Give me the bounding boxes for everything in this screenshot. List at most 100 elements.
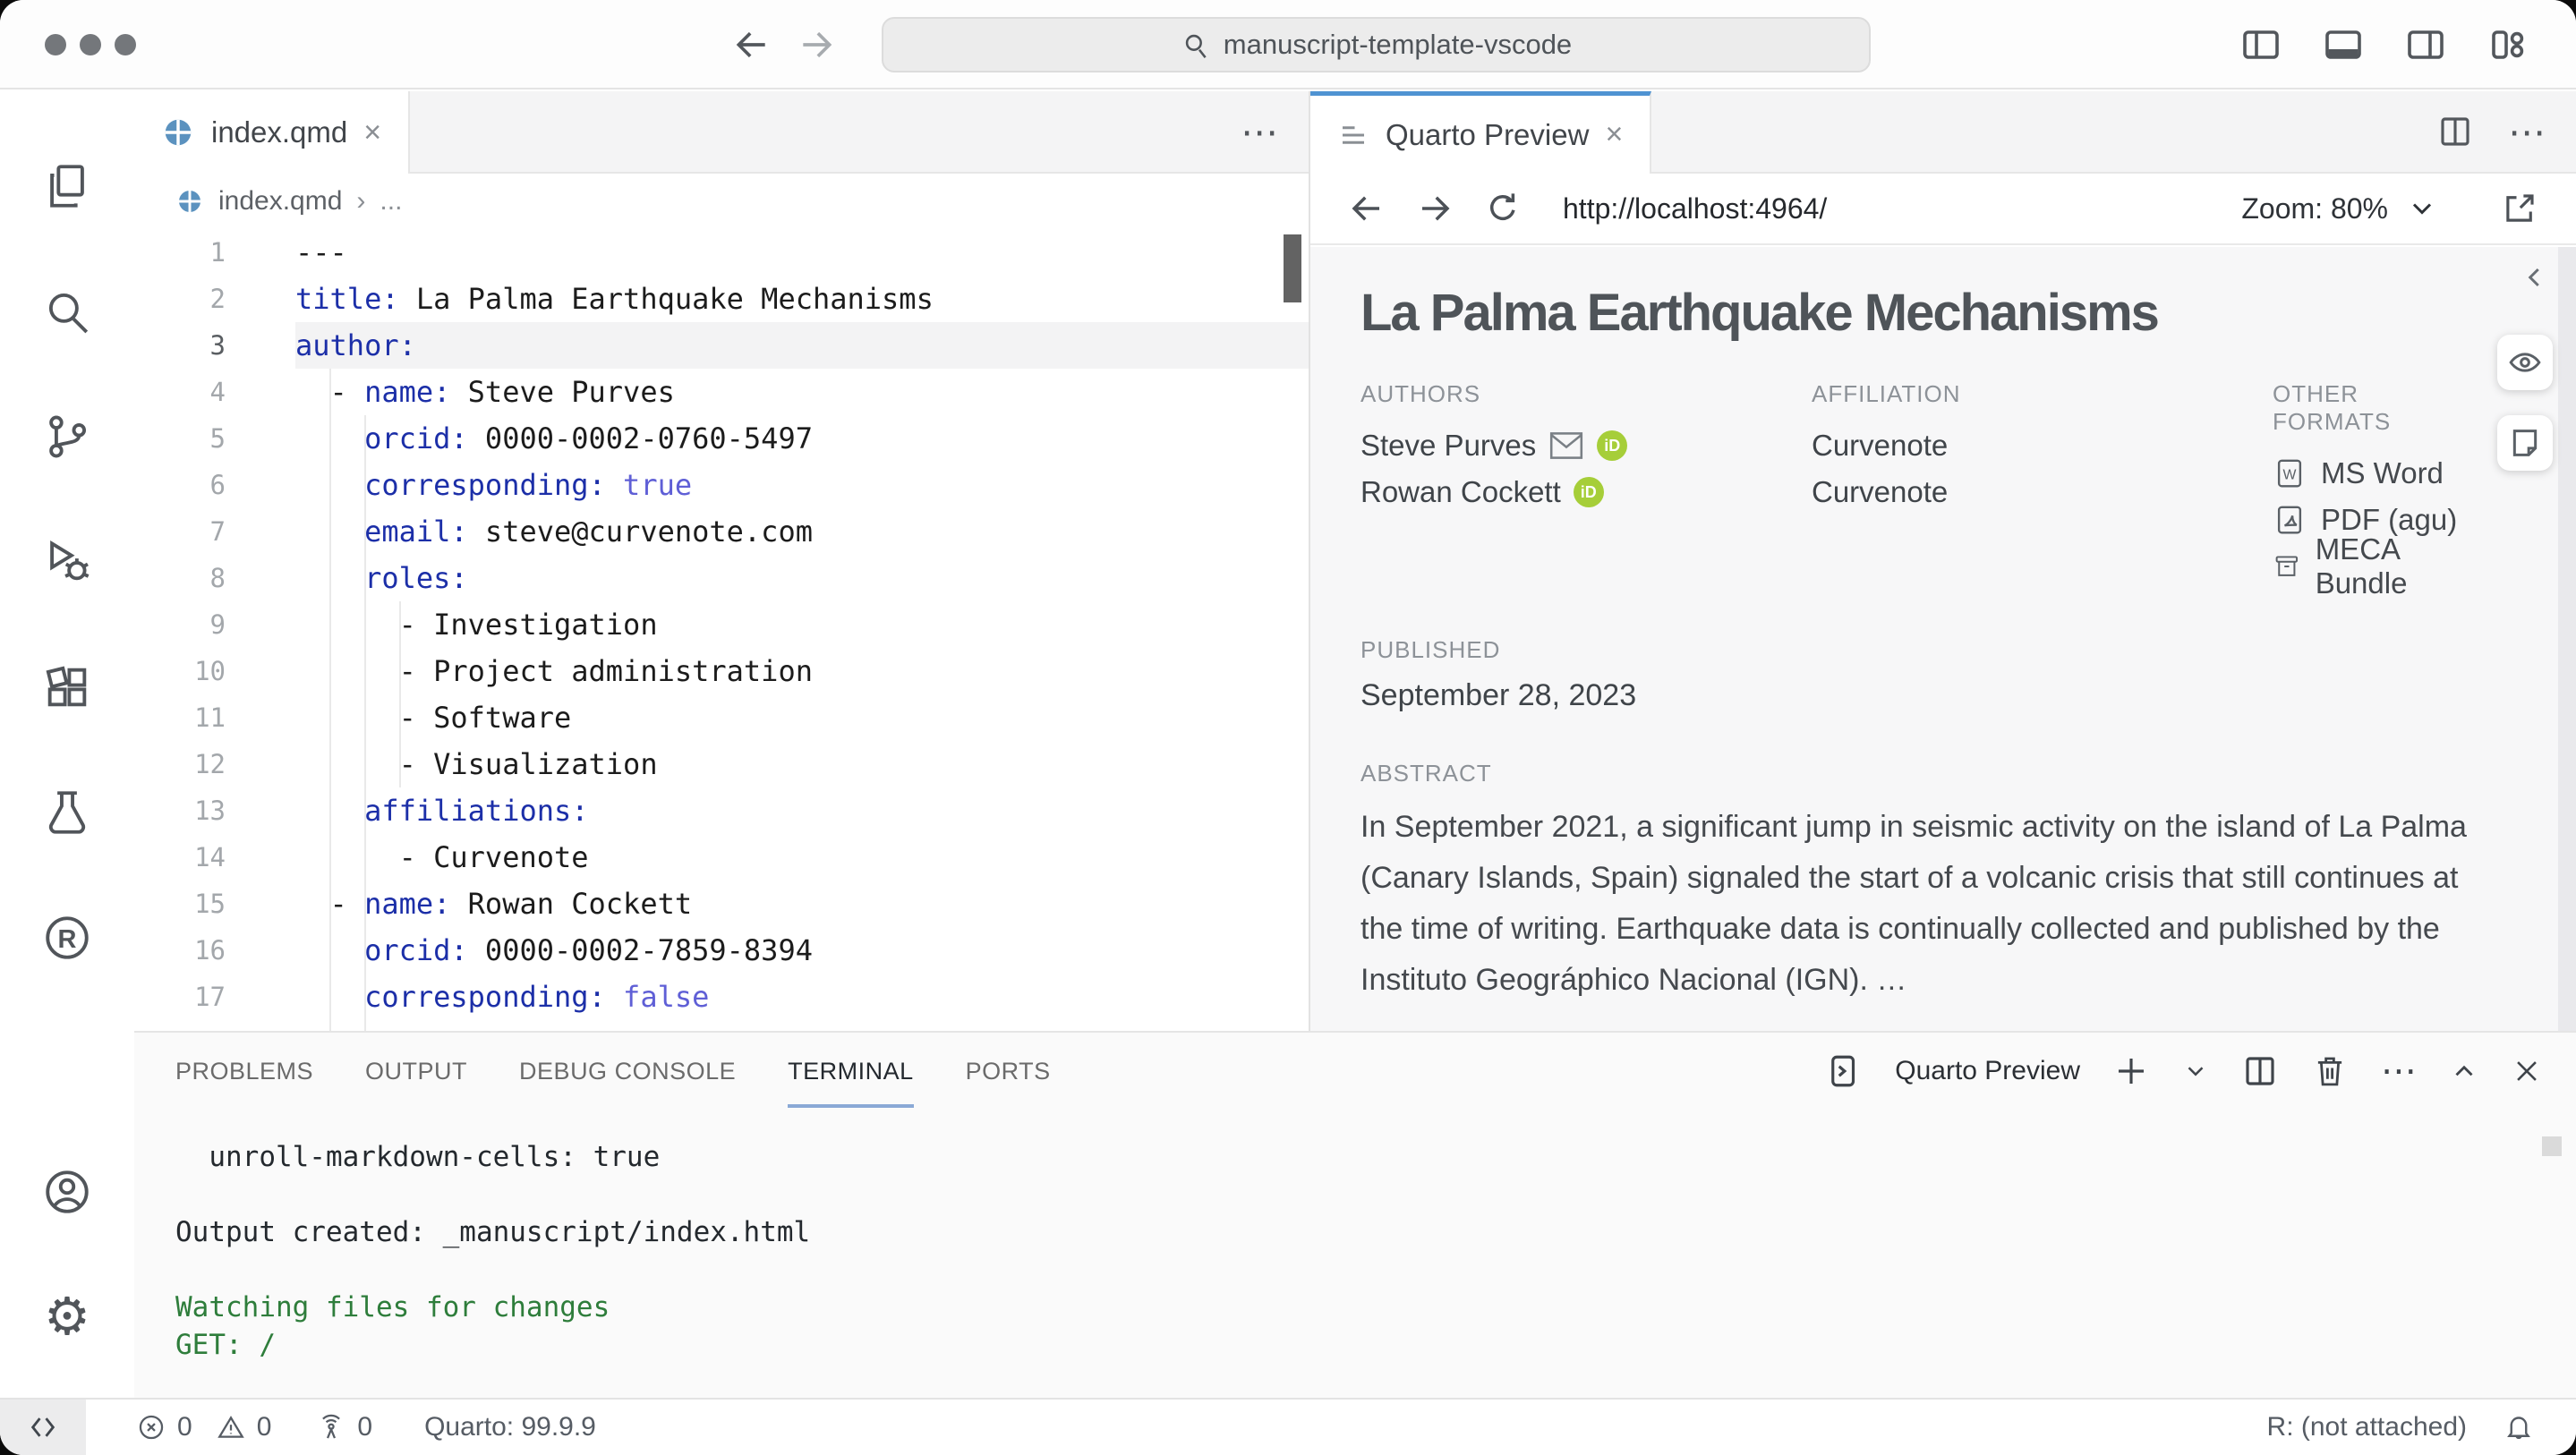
quarto-version-status[interactable]: Quarto: 99.9.9 xyxy=(424,1412,596,1442)
terminal-session-label[interactable]: Quarto Preview xyxy=(1895,1056,2080,1086)
panel-scrollbar[interactable] xyxy=(2542,1136,2562,1156)
code-editor[interactable]: 1---2title: La Palma Earthquake Mechanis… xyxy=(134,229,1309,1031)
broadcast-tower-icon xyxy=(316,1412,346,1442)
remote-indicator[interactable] xyxy=(0,1400,86,1455)
tab-index-qmd[interactable]: index.qmd × xyxy=(134,91,410,174)
preview-forward-icon[interactable] xyxy=(1416,190,1454,227)
close-tab-icon[interactable]: × xyxy=(363,115,381,150)
code-line[interactable]: 6 corresponding: true xyxy=(134,462,1309,508)
minimize-window-button[interactable] xyxy=(80,34,101,55)
code-line[interactable]: 13 affiliations: xyxy=(134,787,1309,834)
tab-terminal[interactable]: TERMINAL xyxy=(788,1033,914,1110)
close-panel-icon[interactable] xyxy=(2512,1056,2542,1086)
maximize-window-button[interactable] xyxy=(115,34,136,55)
reload-icon[interactable] xyxy=(1484,190,1522,227)
terminal-line: GET: / xyxy=(175,1326,810,1364)
code-line[interactable]: 14 - Curvenote xyxy=(134,834,1309,881)
code-text: corresponding: true xyxy=(295,462,692,508)
breadcrumb-symbol[interactable]: ... xyxy=(380,186,402,217)
testing-beaker-icon[interactable] xyxy=(0,750,134,875)
affiliation-value: Curvenote xyxy=(1812,422,2273,469)
code-line[interactable]: 1--- xyxy=(134,229,1309,276)
zoom-control[interactable]: Zoom: 80% xyxy=(2241,192,2438,225)
tab-output[interactable]: OUTPUT xyxy=(365,1033,467,1110)
search-icon xyxy=(1181,30,1211,60)
notes-page-button[interactable] xyxy=(2497,415,2553,471)
preview-more-actions-icon[interactable]: ⋯ xyxy=(2508,110,2546,154)
breadcrumb[interactable]: index.qmd › ... xyxy=(134,174,1309,229)
split-editor-icon[interactable] xyxy=(2436,113,2474,150)
toggle-preview-eye-button[interactable] xyxy=(2497,335,2553,390)
source-control-icon[interactable] xyxy=(0,374,134,499)
run-and-debug-icon[interactable] xyxy=(0,499,134,625)
r-session-status[interactable]: R: (not attached) xyxy=(2267,1412,2467,1442)
panel-more-actions-icon[interactable]: ⋯ xyxy=(2381,1051,2417,1092)
close-tab-icon[interactable]: × xyxy=(1605,117,1623,152)
notifications-bell-icon[interactable] xyxy=(2503,1411,2535,1443)
article-title: La Palma Earthquake Mechanisms xyxy=(1361,283,2469,343)
code-line[interactable]: 17 corresponding: false xyxy=(134,974,1309,1020)
tab-problems[interactable]: PROBLEMS xyxy=(175,1033,313,1110)
format-link[interactable]: W MS Word xyxy=(2273,450,2469,497)
port-count: 0 xyxy=(357,1412,372,1442)
terminal-output: unroll-markdown-cells: true Output creat… xyxy=(175,1138,810,1364)
ports-status[interactable]: 0 xyxy=(316,1412,372,1442)
toggle-panel-icon[interactable] xyxy=(2322,23,2365,66)
customize-layout-icon[interactable] xyxy=(2486,23,2529,66)
code-line[interactable]: 9 - Investigation xyxy=(134,601,1309,648)
line-number: 2 xyxy=(134,276,295,322)
terminal-process-icon[interactable] xyxy=(1825,1052,1863,1090)
close-window-button[interactable] xyxy=(45,34,66,55)
split-terminal-icon[interactable] xyxy=(2241,1052,2279,1090)
published-label: PUBLISHED xyxy=(1361,636,2469,664)
explorer-icon[interactable] xyxy=(0,123,134,249)
kill-terminal-trash-icon[interactable] xyxy=(2311,1052,2349,1090)
preview-url[interactable]: http://localhost:4964/ xyxy=(1563,192,2211,225)
code-line[interactable]: 4 - name: Steve Purves xyxy=(134,369,1309,415)
history-back-icon[interactable] xyxy=(732,25,772,64)
open-external-icon[interactable] xyxy=(2501,190,2538,227)
line-number: 10 xyxy=(134,648,295,694)
orcid-icon[interactable]: iD xyxy=(1597,430,1627,461)
code-line[interactable]: 8 roles: xyxy=(134,555,1309,601)
problems-status[interactable]: 0 0 xyxy=(136,1412,271,1442)
tab-ports[interactable]: PORTS xyxy=(966,1033,1051,1110)
code-text: - Investigation xyxy=(295,601,658,648)
search-icon[interactable] xyxy=(0,249,134,374)
line-number: 11 xyxy=(134,694,295,741)
code-line[interactable]: 7 email: steve@curvenote.com xyxy=(134,508,1309,555)
code-line[interactable]: 16 orcid: 0000-0002-7859-8394 xyxy=(134,927,1309,974)
code-line[interactable]: 3author: xyxy=(134,322,1309,369)
email-icon[interactable] xyxy=(1548,431,1584,460)
preview-back-icon[interactable] xyxy=(1348,190,1386,227)
breadcrumb-file[interactable]: index.qmd xyxy=(218,186,342,217)
chevron-left-icon[interactable] xyxy=(2519,261,2551,294)
code-line[interactable]: 12 - Visualization xyxy=(134,741,1309,787)
r-language-icon[interactable]: R xyxy=(0,875,134,1000)
extensions-icon[interactable] xyxy=(0,625,134,750)
terminal-dropdown-chevron-icon[interactable] xyxy=(2182,1058,2209,1085)
code-line[interactable]: 15 - name: Rowan Cockett xyxy=(134,881,1309,927)
line-number: 5 xyxy=(134,415,295,462)
code-line[interactable]: 5 orcid: 0000-0002-0760-5497 xyxy=(134,415,1309,462)
command-center-search[interactable]: manuscript-template-vscode xyxy=(882,17,1871,72)
preview-scrollbar[interactable] xyxy=(2558,247,2576,1031)
editor-more-actions-icon[interactable]: ⋯ xyxy=(1241,110,1278,154)
tab-quarto-preview[interactable]: Quarto Preview × xyxy=(1310,91,1651,174)
code-line[interactable]: 11 - Software xyxy=(134,694,1309,741)
tab-debug-console[interactable]: DEBUG CONSOLE xyxy=(519,1033,736,1110)
code-line[interactable]: 10 - Project administration xyxy=(134,648,1309,694)
accounts-icon[interactable] xyxy=(0,1129,134,1255)
new-terminal-icon[interactable] xyxy=(2112,1052,2150,1090)
format-link[interactable]: MECA Bundle xyxy=(2273,543,2469,590)
quarto-preview-pane: Quarto Preview × ⋯ xyxy=(1309,91,2576,1031)
author-row: Rowan Cockett iD xyxy=(1361,469,1812,515)
maximize-panel-chevron-icon[interactable] xyxy=(2449,1056,2479,1086)
toggle-primary-sidebar-icon[interactable] xyxy=(2239,23,2282,66)
settings-gear-icon[interactable]: ⚙ xyxy=(0,1255,134,1380)
toggle-secondary-sidebar-icon[interactable] xyxy=(2404,23,2447,66)
history-forward-icon[interactable] xyxy=(797,25,836,64)
code-line[interactable]: 2title: La Palma Earthquake Mechanisms xyxy=(134,276,1309,322)
editor-scrollbar-thumb[interactable] xyxy=(1284,234,1301,302)
orcid-icon[interactable]: iD xyxy=(1574,477,1604,507)
